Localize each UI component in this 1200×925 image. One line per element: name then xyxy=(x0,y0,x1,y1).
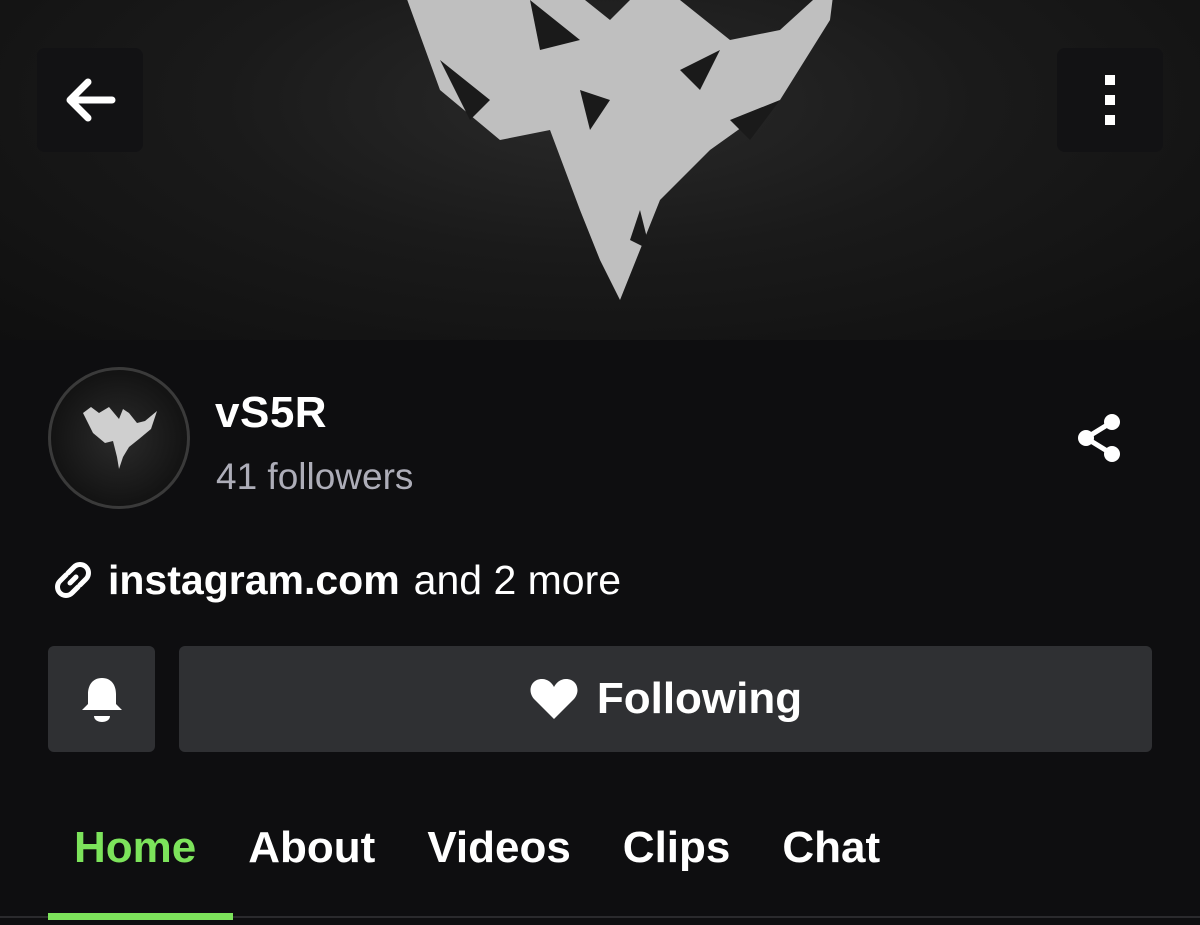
tab-about[interactable]: About xyxy=(222,820,401,880)
tab-videos[interactable]: Videos xyxy=(401,820,596,880)
follower-count: 41 followers xyxy=(216,456,414,497)
back-button[interactable] xyxy=(37,48,143,152)
tab-home[interactable]: Home xyxy=(48,820,222,880)
arrow-left-icon xyxy=(66,78,116,122)
heart-icon xyxy=(530,679,578,719)
more-options-button[interactable] xyxy=(1057,48,1163,152)
share-button[interactable] xyxy=(1072,410,1128,466)
channel-banner xyxy=(0,0,1200,340)
vertical-dots-icon xyxy=(1105,75,1115,125)
channel-avatar[interactable] xyxy=(48,367,190,509)
channel-name: vS5R xyxy=(215,388,328,437)
phoenix-banner-art xyxy=(407,0,833,300)
instagram-link[interactable]: instagram.com xyxy=(108,557,400,604)
following-label: Following xyxy=(596,674,803,723)
more-links-text[interactable]: and 2 more xyxy=(414,557,621,604)
tab-chat[interactable]: Chat xyxy=(756,820,906,880)
following-button[interactable]: Following xyxy=(179,646,1152,752)
link-icon xyxy=(55,562,91,598)
tab-clips[interactable]: Clips xyxy=(597,820,757,880)
share-icon xyxy=(1078,414,1120,462)
social-links[interactable]: instagram.com and 2 more xyxy=(48,555,621,605)
bell-icon xyxy=(81,678,122,722)
phoenix-logo xyxy=(83,407,157,469)
notifications-button[interactable] xyxy=(48,646,155,752)
active-tab-indicator xyxy=(48,913,233,920)
channel-tabs: Home About Videos Clips Chat xyxy=(48,820,906,880)
